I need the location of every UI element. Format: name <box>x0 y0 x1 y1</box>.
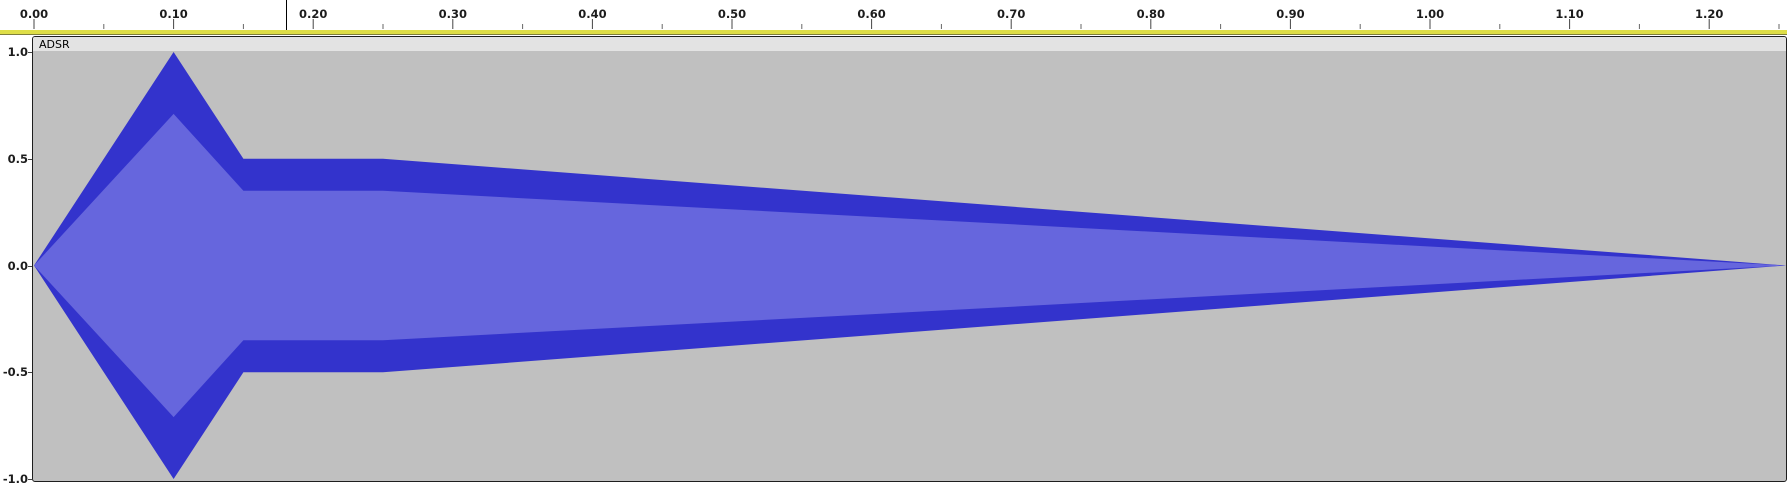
ruler-tick-label: 0.60 <box>857 7 886 21</box>
ruler-tick-label: 0.40 <box>578 7 607 21</box>
timeline-ruler[interactable]: 0.00 0.10 0.20 0.30 0.40 0.50 0.60 0.70 0.80 0.90… <box>0 0 1787 31</box>
ruler-tick-label: 0.00 <box>19 7 49 21</box>
ruler-tick-label: 0.90 <box>1276 7 1305 21</box>
waveform[interactable] <box>33 37 1786 481</box>
ruler-tick-label: 0.50 <box>717 7 747 21</box>
ruler-tick-label: 0.10 <box>159 7 188 21</box>
amplitude-label: 0.0 <box>7 258 28 273</box>
ruler-tick-label: 0.20 <box>299 7 328 21</box>
ruler-ticks <box>33 19 1780 29</box>
amplitude-label: -0.5 <box>2 365 28 380</box>
ruler-tick-label: 1.00 <box>1415 7 1445 21</box>
ruler-tick-label: 0.70 <box>997 7 1026 21</box>
ruler-tick-label: 0.80 <box>1136 7 1165 21</box>
amplitude-ruler: 1.0 0.5 0.0 -0.5 -1.0 <box>0 36 32 486</box>
amplitude-label: 0.5 <box>7 151 28 166</box>
ruler-tick-label: 1.10 <box>1555 7 1584 21</box>
playhead-cursor[interactable] <box>286 0 287 30</box>
ruler-tick-label: 0.30 <box>438 7 467 21</box>
amplitude-label: 1.0 <box>7 45 28 59</box>
timeline-strip[interactable] <box>0 30 1787 35</box>
ruler-tick-label: 1.20 <box>1695 7 1724 21</box>
audio-track[interactable]: ADSR <box>32 36 1787 482</box>
amplitude-label: -1.0 <box>2 472 28 486</box>
